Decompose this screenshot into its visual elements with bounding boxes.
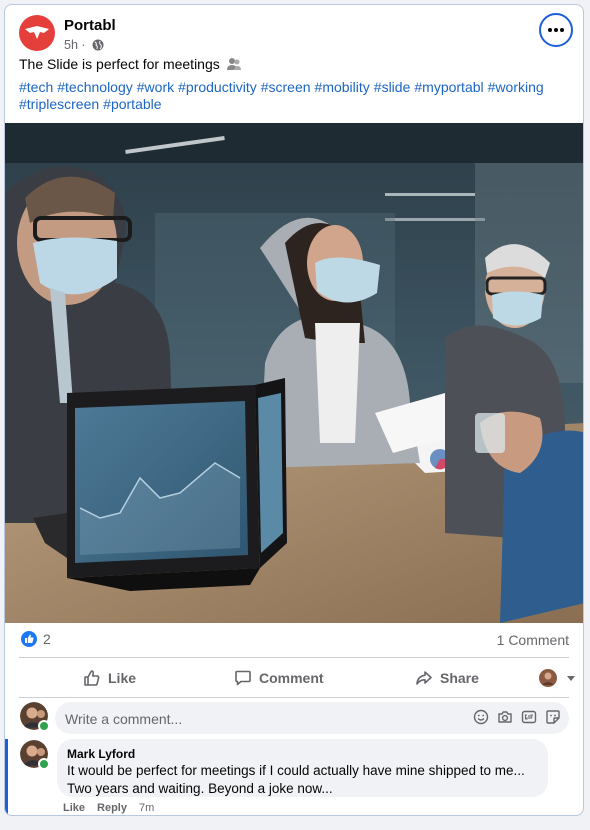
post-caption: The Slide is perfect for meetings — [19, 56, 242, 72]
hashtag-link[interactable]: #screen — [261, 79, 311, 95]
hashtag-link[interactable]: #working — [488, 79, 544, 95]
comment-author[interactable]: Mark Lyford — [67, 747, 135, 761]
hashtag-link[interactable]: #work — [137, 79, 174, 95]
audience-selector-button[interactable] — [539, 660, 583, 696]
online-indicator — [38, 758, 50, 770]
hashtag-link[interactable]: #technology — [57, 79, 133, 95]
page-name[interactable]: Portabl — [64, 17, 116, 34]
post-time-text[interactable]: 5h · — [64, 38, 86, 52]
like-label: Like — [108, 670, 137, 686]
chevron-down-icon — [567, 676, 575, 681]
like-button[interactable]: Like — [83, 660, 136, 696]
camera-icon[interactable] — [497, 709, 513, 725]
comment-composer — [55, 702, 569, 736]
globe-icon — [92, 39, 104, 51]
hashtag-link[interactable]: #mobility — [315, 79, 370, 95]
comment-reply-link[interactable]: Reply — [97, 802, 127, 814]
more-options-icon — [548, 28, 564, 32]
share-label: Share — [440, 670, 479, 686]
post-time[interactable]: 5h · — [64, 38, 104, 52]
caption-text: The Slide is perfect for meetings — [19, 56, 220, 72]
hashtag-list: #tech #technology #work #productivity #scree… — [19, 79, 565, 113]
hashtag-link[interactable]: #triplescreen — [19, 96, 99, 112]
comment-count[interactable]: 1 Comment — [497, 632, 569, 648]
share-button[interactable]: Share — [415, 660, 479, 696]
reaction-count[interactable]: 2 — [43, 631, 51, 647]
sticker-icon[interactable] — [545, 709, 561, 725]
divider — [19, 657, 569, 658]
composer-icons — [473, 709, 561, 725]
comment-text: It would be perfect for meetings if I co… — [67, 763, 525, 796]
composer-avatar-wrap — [20, 702, 50, 732]
comment-meta: Like Reply 7m — [63, 802, 166, 814]
smiley-icon[interactable] — [473, 709, 489, 725]
post-card: Portabl 5h · The Slide is perfect for me… — [4, 4, 584, 816]
more-options-button[interactable] — [539, 13, 573, 47]
hashtag-link[interactable]: #myportabl — [414, 79, 483, 95]
divider — [19, 697, 569, 698]
comment-bubble: Mark Lyford It would be perfect for meet… — [57, 739, 548, 797]
comment-button[interactable]: Comment — [234, 660, 324, 696]
comment-highlight-bar — [5, 739, 8, 815]
action-bar: Like Comment Share — [19, 660, 575, 696]
portabl-logo[interactable] — [19, 15, 55, 51]
people-emoji-icon — [226, 58, 241, 70]
comment-icon — [235, 670, 251, 686]
comment-input[interactable] — [55, 702, 447, 736]
like-icon — [84, 670, 100, 686]
like-reaction-icon — [21, 631, 37, 647]
commenter-avatar-wrap — [20, 740, 50, 770]
share-icon — [416, 671, 432, 685]
comment-like-link[interactable]: Like — [63, 802, 85, 814]
hashtag-link[interactable]: #slide — [374, 79, 411, 95]
comment-time[interactable]: 7m — [139, 802, 154, 814]
hashtag-link[interactable]: #productivity — [178, 79, 257, 95]
gif-icon[interactable] — [521, 709, 537, 725]
hashtag-link[interactable]: #portable — [103, 96, 161, 112]
online-indicator — [38, 720, 50, 732]
hashtag-link[interactable]: #tech — [19, 79, 53, 95]
avatar-small-icon — [539, 669, 557, 687]
post-photo[interactable] — [5, 123, 584, 623]
reaction-summary[interactable]: 2 — [21, 631, 51, 647]
comment-label: Comment — [259, 670, 324, 686]
